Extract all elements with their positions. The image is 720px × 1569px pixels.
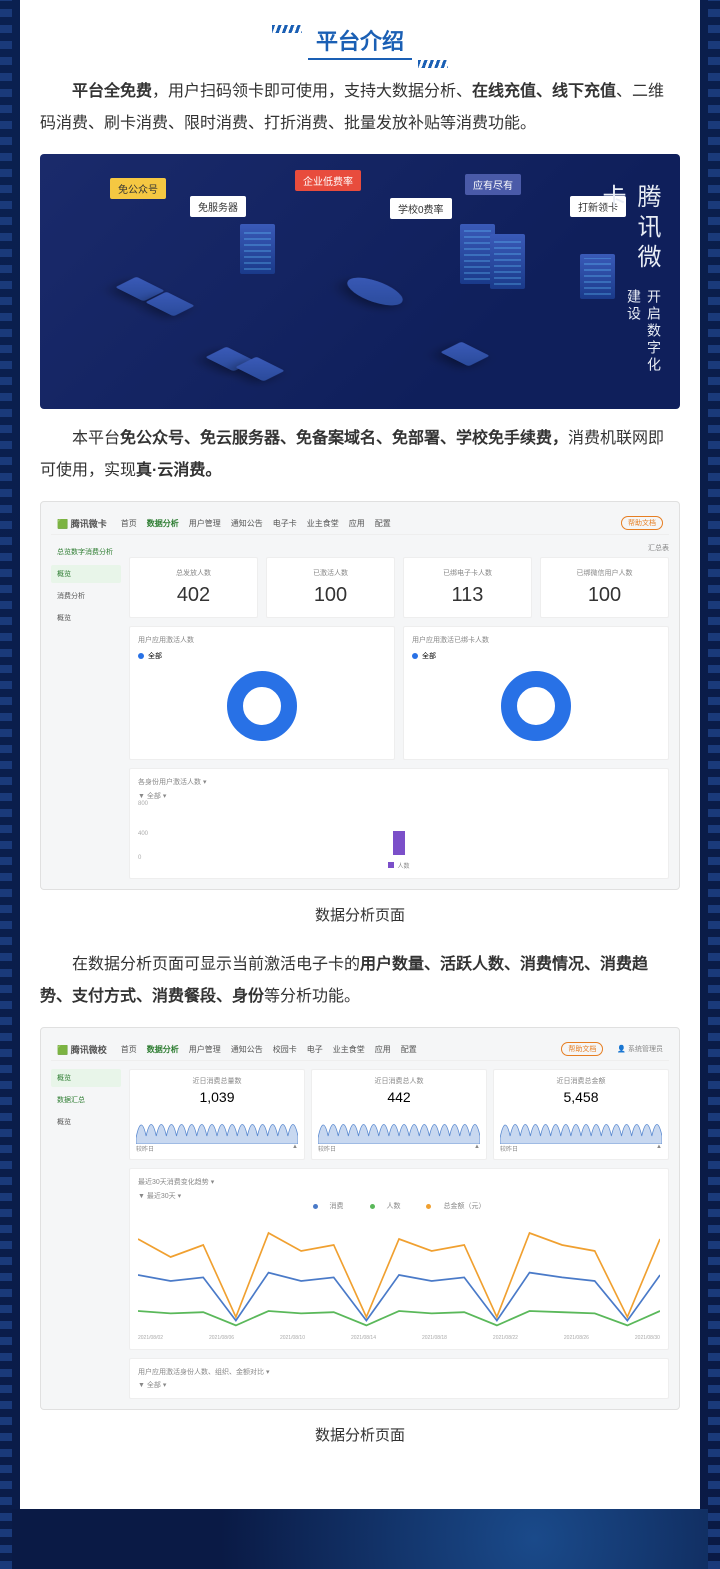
user-name[interactable]: 系统管理员	[628, 1046, 663, 1053]
nav-home[interactable]: 首页	[121, 518, 137, 529]
nav-analytics[interactable]: 数据分析	[147, 518, 179, 529]
caption-1: 数据分析页面	[40, 904, 680, 925]
hero-brand: 腾讯微卡	[594, 184, 664, 275]
nav-users[interactable]: 用户管理	[189, 518, 221, 529]
nav2-7[interactable]: 应用	[375, 1044, 391, 1055]
nav2-1[interactable]: 数据分析	[147, 1044, 179, 1055]
nav2-0[interactable]: 首页	[121, 1044, 137, 1055]
p2-t1: 本平台	[72, 430, 120, 447]
hero-tag-1: 免服务器	[190, 196, 246, 217]
dash1-header: 🟩 腾讯微卡 首页 数据分析 用户管理 通知公告 电子卡 业主食堂 应用 配置 …	[51, 512, 669, 535]
intro-paragraph-3: 在数据分析页面可显示当前激活电子卡的用户数量、活跃人数、消费情况、消费趋势、支付…	[40, 949, 680, 1013]
side-top[interactable]: 总览数字消费分析	[51, 543, 121, 561]
stat-0: 总发放人数402	[129, 557, 258, 618]
nav-config[interactable]: 配置	[375, 518, 391, 529]
dash1-logo: 🟩 腾讯微卡	[57, 517, 107, 530]
stat-1: 已激活人数100	[266, 557, 395, 618]
donut-icon	[501, 671, 571, 741]
stat-row: 总发放人数402 已激活人数100 已绑电子卡人数113 已绑微信用户人数100	[129, 557, 669, 618]
p1-bold2: 在线充值、线下充值	[472, 83, 616, 100]
bottom-chart: 用户应用激活身份人数、组织、金额对比 ▾ ▼ 全部 ▾	[129, 1358, 669, 1399]
bar-chart-area: 各身份用户激活人数 ▾ ▼ 全部 ▾ 800 400 0 人数	[129, 768, 669, 879]
side-item-1[interactable]: 消费分析	[51, 587, 121, 605]
side-item-2[interactable]: 概览	[51, 609, 121, 627]
mini-1: 近日消费总人数 442 较昨日▲	[311, 1069, 487, 1160]
nav-notice[interactable]: 通知公告	[231, 518, 263, 529]
dash1-nav: 首页 数据分析 用户管理 通知公告 电子卡 业主食堂 应用 配置	[121, 518, 607, 529]
side2-2[interactable]: 概览	[51, 1113, 121, 1131]
side-item-0[interactable]: 概览	[51, 565, 121, 583]
p1-t1: ，用户扫码领卡即可使用，支持大数据分析、	[152, 83, 472, 100]
caption-2: 数据分析页面	[40, 1424, 680, 1445]
hero-tag-3: 学校0费率	[390, 198, 452, 219]
mini-0: 近日消费总量数 1,039 较昨日▲	[129, 1069, 305, 1160]
nav-app[interactable]: 应用	[349, 518, 365, 529]
hero-text: 腾讯微卡 开启数字化建设	[594, 184, 664, 379]
hero-tag-0: 免公众号	[110, 178, 166, 199]
line-chart: 最近30天消费变化趋势 ▾ ▼ 最近30天 ▾ 消费 人数 总金额（元）	[129, 1168, 669, 1350]
intro-paragraph-1: 平台全免费，用户扫码领卡即可使用，支持大数据分析、在线充值、线下充值、二维码消费…	[40, 76, 680, 140]
section-title: 平台介绍	[40, 24, 680, 56]
help-pill-2[interactable]: 帮助文档	[561, 1042, 603, 1056]
p3-t2: 等分析功能。	[264, 988, 360, 1005]
nav-card[interactable]: 电子卡	[273, 518, 297, 529]
stat-3: 已绑微信用户人数100	[540, 557, 669, 618]
dash2-header: 🟩 腾讯微校 首页 数据分析 用户管理 通知公告 校园卡 电子 业主食堂 应用 …	[51, 1038, 669, 1061]
dashboard-screenshot-1: 🟩 腾讯微卡 首页 数据分析 用户管理 通知公告 电子卡 业主食堂 应用 配置 …	[40, 501, 680, 890]
stat-2: 已绑电子卡人数113	[403, 557, 532, 618]
help-pill[interactable]: 帮助文档	[621, 516, 663, 530]
p2-bold1: 免公众号、免云服务器、免备案域名、免部署、学校免手续费，	[120, 430, 568, 447]
nav2-6[interactable]: 业主食堂	[333, 1044, 365, 1055]
hero-tag-2: 企业低费率	[295, 170, 361, 191]
dash2-nav: 首页 数据分析 用户管理 通知公告 校园卡 电子 业主食堂 应用 配置	[121, 1044, 548, 1055]
nav-canteen[interactable]: 业主食堂	[307, 518, 339, 529]
side2-1[interactable]: 数据汇总	[51, 1091, 121, 1109]
dash2-logo: 🟩 腾讯微校	[57, 1043, 107, 1056]
p3-t1: 在数据分析页面可显示当前激活电子卡的	[72, 956, 360, 973]
dashboard-screenshot-2: 🟩 腾讯微校 首页 数据分析 用户管理 通知公告 校园卡 电子 业主食堂 应用 …	[40, 1027, 680, 1410]
nav2-2[interactable]: 用户管理	[189, 1044, 221, 1055]
intro-paragraph-2: 本平台免公众号、免云服务器、免备案域名、免部署、学校免手续费，消费机联网即可使用…	[40, 423, 680, 487]
section-title-text: 平台介绍	[308, 25, 412, 60]
side2-0[interactable]: 概览	[51, 1069, 121, 1087]
p1-bold1: 平台全免费	[72, 83, 152, 100]
summary-tag[interactable]: 汇总表	[129, 543, 669, 553]
donut-icon	[227, 671, 297, 741]
nav2-5[interactable]: 电子	[307, 1044, 323, 1055]
hero-tag-4: 应有尽有	[465, 174, 521, 195]
donut-chart-left: 用户应用激活人数 全部	[129, 626, 395, 760]
dash1-sidebar: 总览数字消费分析 概览 消费分析 概览	[51, 543, 121, 879]
footer-tech-bg	[12, 1509, 708, 1569]
donut-chart-right: 用户应用激活已绑卡人数 全部	[403, 626, 669, 760]
nav2-8[interactable]: 配置	[401, 1044, 417, 1055]
hero-banner: 免公众号 免服务器 企业低费率 学校0费率 应有尽有 打新领卡 腾讯微卡 开启数…	[40, 154, 680, 409]
hero-slogan: 开启数字化建设	[594, 289, 664, 379]
p2-bold2: 真·云消费。	[136, 462, 221, 479]
nav2-4[interactable]: 校园卡	[273, 1044, 297, 1055]
dash2-sidebar: 概览 数据汇总 概览	[51, 1069, 121, 1399]
mini-2: 近日消费总金额 5,458 较昨日▲	[493, 1069, 669, 1160]
nav2-3[interactable]: 通知公告	[231, 1044, 263, 1055]
